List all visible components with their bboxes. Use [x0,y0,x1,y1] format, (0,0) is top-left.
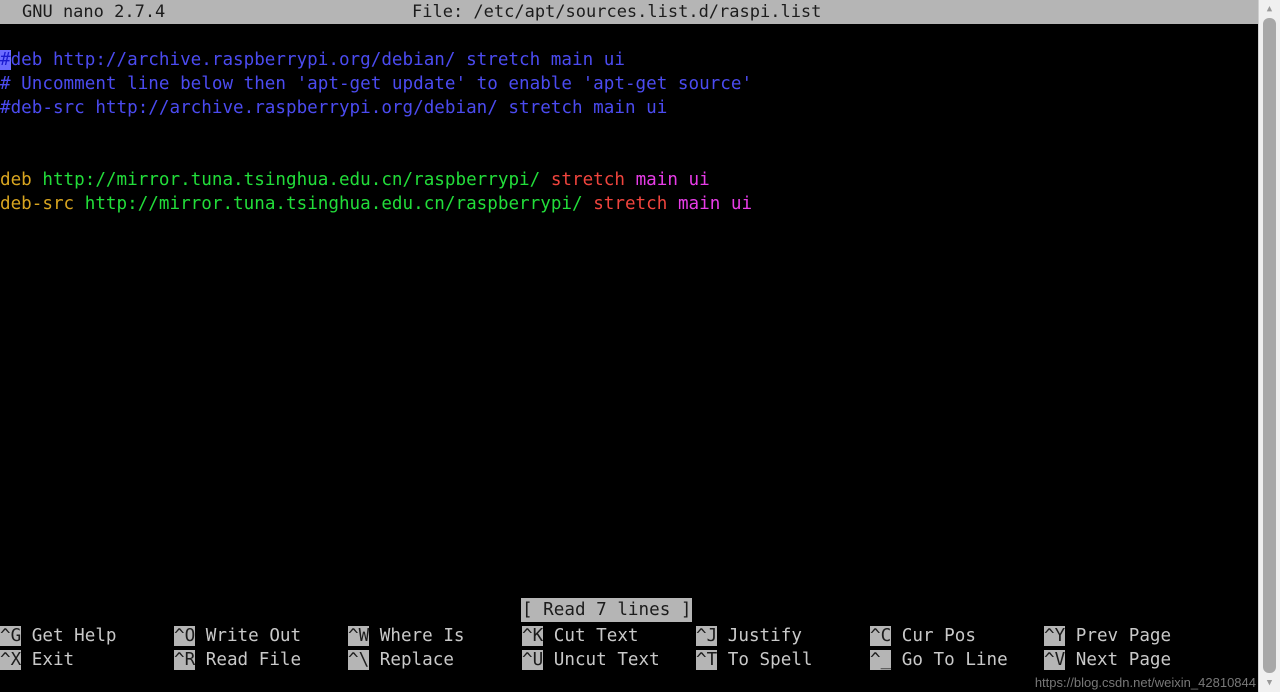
editor-line-segment: http://mirror.tuna.tsinghua.edu.cn/raspb… [84,194,594,214]
editor-line-segment: deb http://archive.raspberrypi.org/debia… [10,50,625,70]
shortcut-label: Justify [717,626,802,646]
shortcut-key: ^R [174,650,196,670]
editor-line-segment: stretch [593,194,678,214]
shortcut-key: ^_ [870,650,892,670]
shortcut-key: ^\ [348,650,370,670]
shortcut-key: ^T [696,650,718,670]
shortcut-label: Uncut Text [543,650,660,670]
watermark-url: https://blog.csdn.net/weixin_42810844 [1034,675,1256,690]
shortcut-key: ^C [870,626,892,646]
editor-line-segment: deb [0,170,43,190]
shortcut-write-out[interactable]: ^O Write Out [174,624,301,648]
shortcut-label: Get Help [21,626,117,646]
editor-line-segment: http://mirror.tuna.tsinghua.edu.cn/raspb… [42,170,551,190]
editor-line-segment: stretch [550,170,636,190]
editor-line[interactable]: deb http://mirror.tuna.tsinghua.edu.cn/r… [0,168,710,192]
editor-line-segment: main ui [635,170,710,190]
shortcut-cur-pos[interactable]: ^C Cur Pos [870,624,976,648]
shortcut-cut-text[interactable]: ^K Cut Text [522,624,639,648]
editor-line-segment: deb-src [0,194,85,214]
nano-version-label: GNU nano 2.7.4 [22,2,166,22]
nano-terminal-window: GNU nano 2.7.4 File: /etc/apt/sources.li… [0,0,1280,692]
editor-line-segment: # Uncomment line below then 'apt-get upd… [0,74,753,94]
text-cursor: # [0,50,11,70]
shortcut-label: Exit [21,650,75,670]
file-path-label: File: /etc/apt/sources.list.d/raspi.list [412,2,822,22]
shortcut-label: Replace [369,650,454,670]
shortcut-label: Read File [195,650,302,670]
shortcut-label: Cur Pos [891,626,976,646]
scrollbar-thumb[interactable] [1263,18,1276,673]
scroll-up-arrow-icon[interactable]: ▲ [1259,1,1280,17]
shortcut-replace[interactable]: ^\ Replace [348,648,454,672]
shortcut-label: Cut Text [543,626,639,646]
shortcut-exit[interactable]: ^X Exit [0,648,74,672]
scroll-down-arrow-icon[interactable]: ▼ [1259,675,1280,691]
shortcut-justify[interactable]: ^J Justify [696,624,802,648]
shortcut-label: Go To Line [891,650,1008,670]
shortcut-key: ^J [696,626,718,646]
shortcut-to-spell[interactable]: ^T To Spell [696,648,813,672]
shortcut-key: ^Y [1044,626,1066,646]
shortcut-label: Write Out [195,626,302,646]
shortcut-next-page[interactable]: ^V Next Page [1044,648,1171,672]
editor-line-segment: main ui [677,194,753,214]
shortcut-go-to-line[interactable]: ^_ Go To Line [870,648,1008,672]
shortcut-bar-row-1: ^G Get Help ^O Write Out ^W Where Is ^K Cut… [0,624,1258,648]
shortcut-label: Where Is [369,626,465,646]
shortcut-label: To Spell [717,650,813,670]
editor-text-area[interactable]: #deb http://archive.raspberrypi.org/debi… [0,24,1258,598]
shortcut-label: Next Page [1065,650,1172,670]
editor-line[interactable]: # Uncomment line below then 'apt-get upd… [0,72,752,96]
shortcut-key: ^G [0,626,22,646]
status-bar: [ Read 7 lines ] [0,598,1258,622]
shortcut-key: ^U [522,650,544,670]
shortcut-key: ^W [348,626,370,646]
editor-line-segment: #deb-src http://archive.raspberrypi.org/… [0,98,668,118]
editor-line[interactable]: #deb-src http://archive.raspberrypi.org/… [0,96,667,120]
shortcut-prev-page[interactable]: ^Y Prev Page [1044,624,1171,648]
shortcut-uncut-text[interactable]: ^U Uncut Text [522,648,660,672]
shortcut-label: Prev Page [1065,626,1172,646]
editor-line[interactable]: #deb http://archive.raspberrypi.org/debi… [0,48,625,72]
editor-line[interactable]: deb-src http://mirror.tuna.tsinghua.edu.… [0,192,752,216]
shortcut-key: ^K [522,626,544,646]
shortcut-key: ^X [0,650,22,670]
shortcut-key: ^O [174,626,196,646]
vertical-scrollbar[interactable]: ▲ ▼ [1258,0,1280,692]
shortcut-read-file[interactable]: ^R Read File [174,648,301,672]
shortcut-where-is[interactable]: ^W Where Is [348,624,465,648]
shortcut-bar-row-2: ^X Exit ^R Read File ^\ Replace ^U Uncut Te… [0,648,1258,672]
titlebar: GNU nano 2.7.4 File: /etc/apt/sources.li… [0,0,1258,24]
status-message: [ Read 7 lines ] [521,598,693,622]
shortcut-key: ^V [1044,650,1066,670]
shortcut-get-help[interactable]: ^G Get Help [0,624,117,648]
